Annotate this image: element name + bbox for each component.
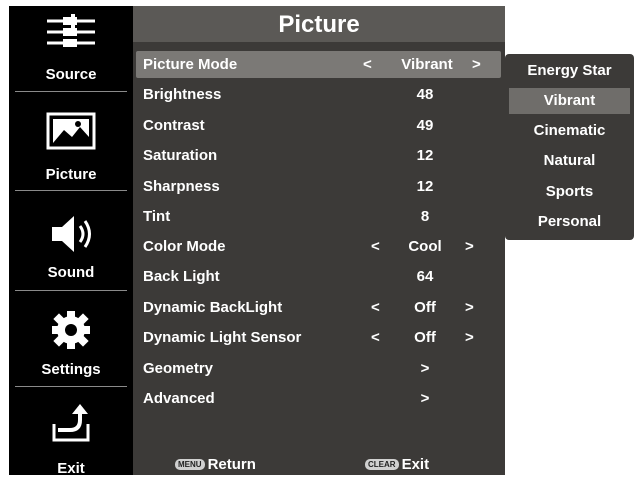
row-value: 12 [416, 147, 434, 164]
picture-mode-dropdown: Energy Star Vibrant Cinematic Natural Sp… [505, 54, 634, 240]
row-label: Geometry [143, 360, 214, 377]
sidebar-item-label: Sound [47, 264, 95, 281]
row-value: Cool [408, 238, 442, 255]
left-arrow-icon[interactable]: < [363, 56, 372, 73]
dropdown-option-vibrant[interactable]: Vibrant [509, 88, 630, 114]
menu-row-color-mode[interactable]: Color Mode < Cool > [133, 233, 505, 260]
menu-row-tint[interactable]: Tint 8 [133, 203, 505, 230]
row-label: Dynamic BackLight [143, 299, 283, 316]
row-value: 48 [416, 86, 434, 103]
right-arrow-icon[interactable]: > [465, 238, 474, 255]
menu-row-dynamic-light-sensor[interactable]: Dynamic Light Sensor < Off > [133, 324, 505, 351]
clear-key-icon: CLEAR [365, 459, 399, 470]
right-arrow-icon[interactable]: > [472, 56, 481, 73]
right-arrow-icon[interactable]: > [465, 329, 474, 346]
menu-row-advanced[interactable]: Advanced > [133, 385, 505, 412]
row-value: 49 [416, 117, 434, 134]
submenu-arrow-icon: > [420, 390, 430, 407]
menu-row-geometry[interactable]: Geometry > [133, 355, 505, 382]
right-arrow-icon[interactable]: > [465, 299, 474, 316]
dropdown-option-cinematic[interactable]: Cinematic [505, 118, 634, 144]
speaker-icon [9, 212, 133, 256]
row-label: Picture Mode [143, 56, 238, 73]
sidebar-item-exit[interactable]: Exit [9, 390, 133, 477]
row-label: Sharpness [143, 178, 220, 195]
dropdown-option-natural[interactable]: Natural [505, 148, 634, 174]
row-label: Tint [143, 208, 171, 225]
exit-hint[interactable]: CLEAR Exit [365, 456, 429, 473]
row-value: Off [414, 329, 436, 346]
sidebar-divider [15, 91, 127, 92]
row-label: Saturation [143, 147, 218, 164]
row-value: 8 [420, 208, 430, 225]
left-arrow-icon[interactable]: < [371, 329, 380, 346]
menu-key-icon: MENU [175, 459, 205, 470]
row-label: Dynamic Light Sensor [143, 329, 302, 346]
row-label: Color Mode [143, 238, 226, 255]
exit-icon [9, 398, 133, 446]
av-cables-icon [9, 12, 133, 58]
row-label: Brightness [143, 86, 222, 103]
sidebar-item-settings[interactable]: Settings [9, 294, 133, 386]
left-arrow-icon[interactable]: < [371, 238, 380, 255]
menu-row-sharpness[interactable]: Sharpness 12 [133, 173, 505, 200]
menu-title: Picture [133, 6, 505, 42]
row-value: Off [414, 299, 436, 316]
sidebar-item-sound[interactable]: Sound [9, 194, 133, 290]
sidebar-item-label: Source [45, 66, 97, 83]
return-label: Return [207, 456, 256, 473]
menu-row-contrast[interactable]: Contrast 49 [133, 112, 505, 139]
return-hint[interactable]: MENU Return [175, 456, 256, 473]
row-label: Advanced [143, 390, 215, 407]
sidebar-item-source[interactable]: Source [9, 6, 133, 92]
menu-row-brightness[interactable]: Brightness 48 [133, 81, 505, 108]
footer-hints: MENU Return CLEAR Exit [133, 453, 505, 475]
sidebar: Source Picture Sound Settings Exit [9, 6, 133, 477]
row-label: Contrast [143, 117, 205, 134]
sidebar-divider [15, 190, 127, 191]
row-value: 12 [416, 178, 434, 195]
sidebar-divider [15, 290, 127, 291]
exit-label: Exit [401, 456, 430, 473]
picture-menu-panel: Picture Picture Mode < Vibrant > Brightn… [133, 6, 505, 475]
gear-icon [9, 308, 133, 352]
left-arrow-icon[interactable]: < [371, 299, 380, 316]
submenu-arrow-icon: > [420, 360, 430, 377]
row-value: 64 [416, 268, 434, 285]
dropdown-option-sports[interactable]: Sports [505, 179, 634, 205]
dropdown-option-personal[interactable]: Personal [505, 209, 634, 235]
menu-row-picture-mode[interactable]: Picture Mode < Vibrant > [136, 51, 501, 78]
sidebar-divider [15, 386, 127, 387]
picture-icon [9, 108, 133, 154]
sidebar-item-label: Settings [41, 361, 101, 378]
sidebar-item-picture[interactable]: Picture [9, 94, 133, 190]
row-label: Back Light [143, 268, 220, 285]
menu-row-dynamic-backlight[interactable]: Dynamic BackLight < Off > [133, 294, 505, 321]
dropdown-option-energy-star[interactable]: Energy Star [505, 58, 634, 84]
menu-row-saturation[interactable]: Saturation 12 [133, 142, 505, 169]
row-value: Vibrant [401, 56, 453, 73]
sidebar-item-label: Exit [57, 460, 85, 477]
menu-row-back-light[interactable]: Back Light 64 [133, 263, 505, 290]
sidebar-item-label: Picture [45, 166, 97, 183]
